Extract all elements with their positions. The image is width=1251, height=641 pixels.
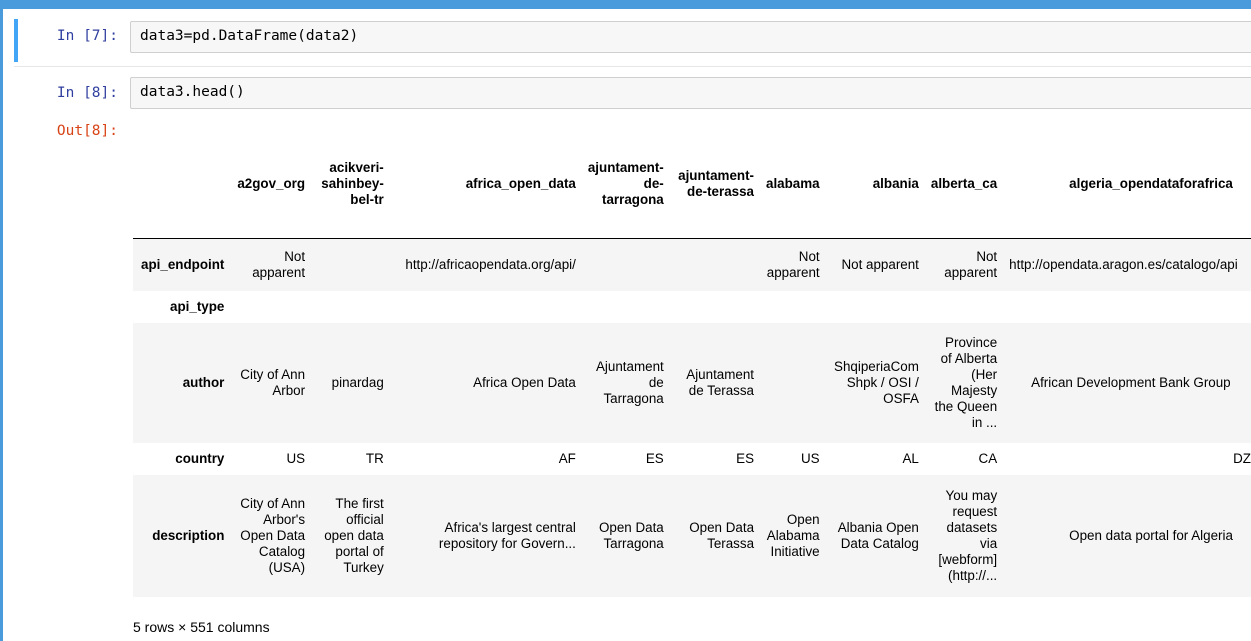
table-cell: ShqiperiaCom Shpk / OSI / OSFA [834,358,919,406]
table-cell [1003,291,1251,323]
cell-8-input-prompt: In [8]: [56,85,118,101]
row-index: api_endpoint [141,256,225,272]
row-index: country [175,450,225,466]
cell-8-output-prompt: Out[8]: [56,123,118,139]
row-index: author [182,374,225,390]
table-cell: Province of Alberta (Her Majesty the Que… [934,334,998,430]
table-cell: You may request datasets via [webform] (… [938,487,998,583]
table-cell: AL [902,450,919,466]
table-cell [670,291,760,323]
table-cell: Albania Open Data Catalog [837,519,919,551]
table-cell: pinardag [331,374,384,390]
cell-separator [14,66,1251,67]
table-cell [311,291,390,323]
column-header: acikveri-sahinbey-bel-tr [321,160,384,207]
table-cell [582,291,670,323]
index-header [133,130,230,239]
cell-7-code-editor[interactable]: data3=pd.DataFrame(data2) [130,21,1251,53]
table-cell: ES [645,450,664,466]
table-cell: Africa Open Data [473,374,576,390]
dataframe-output: a2gov_org acikveri-sahinbey-bel-tr afric… [133,130,1251,610]
table-cell [390,291,582,323]
table-cell: Not apparent [841,256,919,272]
table-cell: Not apparent [766,248,820,280]
cell-7-input-prompt: In [7]: [56,28,118,44]
notebook-top-border [0,0,1251,9]
table-cell: Not apparent [252,248,306,280]
cell-8-code-editor[interactable]: data3.head() [130,77,1251,109]
column-header: albania [872,176,919,191]
table-cell [582,239,670,291]
table-cell: Ajuntament de Tarragona [596,358,664,406]
table-cell: DZ [1233,450,1251,466]
dataframe-shape-summary: 5 rows × 551 columns [133,619,270,635]
table-cell: Not apparent [944,248,998,280]
table-cell: City of Ann Arbor's Open Data Catalog (U… [240,495,306,575]
table-cell: Open Alabama Initiative [766,511,820,559]
column-header: alberta_ca [930,176,998,191]
cell-8-code[interactable]: data3.head() [140,84,245,100]
table-cell: US [286,450,306,466]
column-header: africa_open_data [465,176,576,191]
dataframe-table: a2gov_org acikveri-sahinbey-bel-tr afric… [133,130,1251,597]
table-cell [670,239,760,291]
notebook-left-border [0,9,3,641]
table-cell: TR [365,450,384,466]
table-cell [925,291,1003,323]
table-cell [760,291,826,323]
table-cell: US [801,450,820,466]
table-cell: Ajuntament de Terassa [686,366,755,398]
cell-7-code[interactable]: data3=pd.DataFrame(data2) [140,28,358,44]
column-header: alabama [766,176,820,191]
column-header: ajuntament-de-tarragona [587,160,664,207]
table-cell: The first official open data portal of T… [324,495,384,575]
table-cell: AF [558,450,576,466]
table-cell: Africa's largest central repository for … [438,519,576,551]
table-cell [826,291,925,323]
table-cell: Open data portal for Algeria [1069,527,1233,543]
table-cell [760,323,826,443]
table-cell: CA [978,450,998,466]
table-cell: City of Ann Arbor [240,366,306,398]
table-row: country US TR AF ES ES US AL CA DZ [133,442,1251,475]
table-row: description City of Ann Arbor's Open Dat… [133,474,1251,597]
table-row: author City of Ann Arbor pinardag Africa… [133,322,1251,443]
table-cell: Open Data Tarragona [598,519,664,551]
table-cell: Open Data Terassa [689,519,755,551]
table-cell: http://africaopendata.org/api/ [405,256,576,272]
table-cell [230,291,311,323]
table-cell: ES [736,450,755,466]
dataframe-header-row: a2gov_org acikveri-sahinbey-bel-tr afric… [133,130,1251,239]
column-header: algeria_opendataforafrica [1069,176,1233,191]
table-cell: http://opendata.aragon.es/catalogo/api [1009,256,1238,272]
table-row: api_endpoint Not apparent http://africao… [133,238,1251,291]
table-cell: African Development Bank Group [1031,374,1231,390]
column-header: a2gov_org [237,176,306,191]
table-cell [311,239,390,291]
table-row: api_type [133,290,1251,323]
row-index: description [152,527,225,543]
row-index: api_type [170,298,225,314]
column-header: ajuntament-de-terassa [678,168,755,199]
